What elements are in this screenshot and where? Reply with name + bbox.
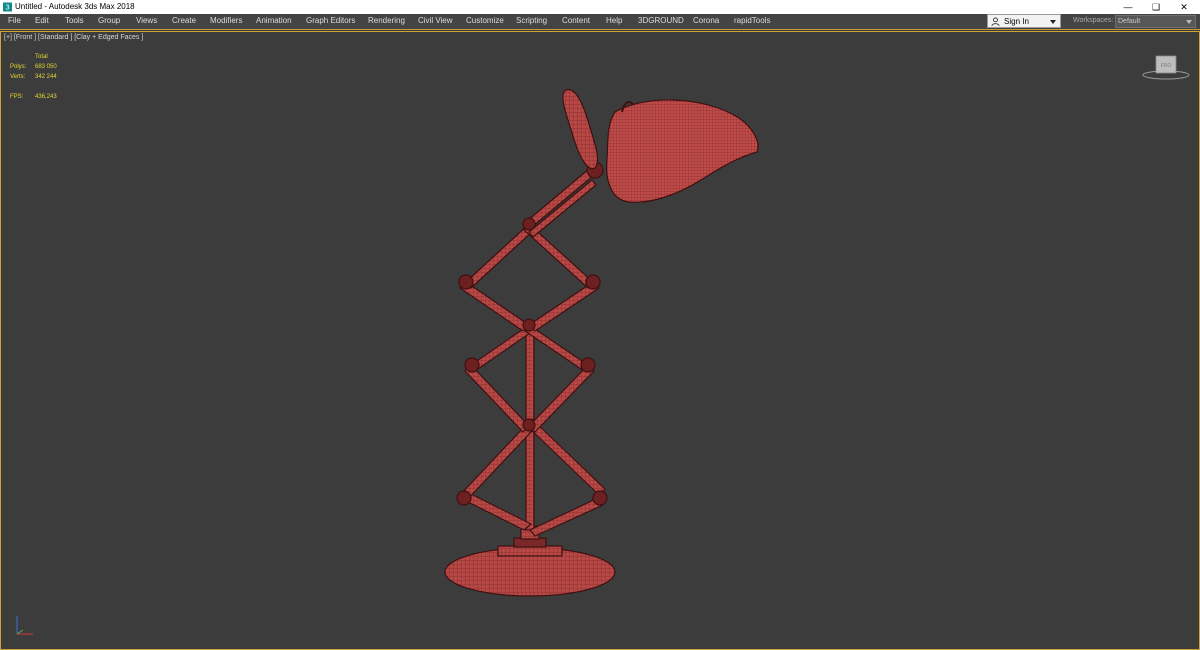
restore-icon[interactable]: ❏ [1144, 0, 1168, 14]
workspace-dropdown[interactable]: Default [1115, 15, 1196, 28]
person-icon [991, 17, 1000, 26]
svg-text:3: 3 [6, 3, 10, 12]
menu-group[interactable]: Group [98, 16, 120, 25]
menu-graph-editors[interactable]: Graph Editors [306, 16, 355, 25]
menu-edit[interactable]: Edit [35, 16, 49, 25]
workspace-label: Workspaces: [1073, 17, 1114, 24]
chevron-down-icon [1050, 20, 1056, 24]
sign-in-button[interactable]: Sign In [987, 14, 1061, 28]
menu-tools[interactable]: Tools [65, 16, 84, 25]
counterweight [562, 89, 599, 170]
menu-views[interactable]: Views [136, 16, 157, 25]
menu-rapidtools[interactable]: rapidTools [734, 16, 770, 25]
menu-corona[interactable]: Corona [693, 16, 719, 25]
menu-civil-view[interactable]: Civil View [418, 16, 453, 25]
window-title: Untitled - Autodesk 3ds Max 2018 [15, 2, 135, 11]
menu-modifiers[interactable]: Modifiers [210, 16, 242, 25]
3ds-max-app-icon: 3 [3, 2, 12, 12]
menu-content[interactable]: Content [562, 16, 590, 25]
lamp-model[interactable] [1, 32, 1200, 650]
axis-tripod-icon [16, 616, 33, 635]
menu-scripting[interactable]: Scripting [516, 16, 547, 25]
title-bar: 3 Untitled - Autodesk 3ds Max 2018 — ❏ ✕ [0, 0, 1200, 14]
menu-3dground[interactable]: 3DGROUND [638, 16, 684, 25]
menu-customize[interactable]: Customize [466, 16, 504, 25]
front-viewport[interactable]: [+] [Front ] [Standard ] [Clay + Edged F… [0, 31, 1200, 650]
menu-animation[interactable]: Animation [256, 16, 292, 25]
minimize-icon[interactable]: — [1116, 0, 1140, 14]
close-icon[interactable]: ✕ [1172, 0, 1196, 14]
menu-create[interactable]: Create [172, 16, 196, 25]
lamp-shade [606, 99, 759, 203]
menu-file[interactable]: File [8, 16, 21, 25]
chevron-down-icon [1186, 20, 1192, 24]
workspace-value: Default [1118, 18, 1141, 25]
menu-help[interactable]: Help [606, 16, 622, 25]
sign-in-label: Sign In [1004, 17, 1029, 26]
menu-rendering[interactable]: Rendering [368, 16, 405, 25]
